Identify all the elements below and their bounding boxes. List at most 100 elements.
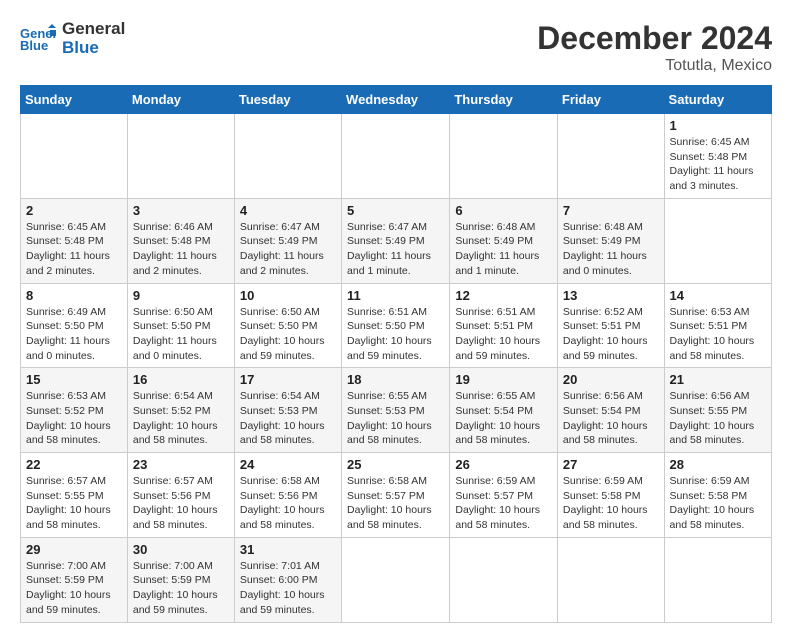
sunset-label: Sunset: 5:57 PM [455, 490, 533, 502]
sunset-label: Sunset: 5:49 PM [563, 235, 641, 247]
sunset-label: Sunset: 5:58 PM [670, 490, 748, 502]
sunrise-label: Sunrise: 6:50 AM [240, 306, 320, 318]
day-info: Sunrise: 6:59 AM Sunset: 5:58 PM Dayligh… [563, 474, 659, 533]
day-info: Sunrise: 6:57 AM Sunset: 5:56 PM Dayligh… [133, 474, 229, 533]
calendar-week-row: 2 Sunrise: 6:45 AM Sunset: 5:48 PM Dayli… [21, 198, 772, 283]
calendar-day-cell: 7 Sunrise: 6:48 AM Sunset: 5:49 PM Dayli… [557, 198, 664, 283]
day-info: Sunrise: 6:47 AM Sunset: 5:49 PM Dayligh… [347, 220, 444, 279]
day-info: Sunrise: 6:53 AM Sunset: 5:51 PM Dayligh… [670, 305, 766, 364]
daylight-label: Daylight: 10 hours and 59 minutes. [347, 335, 432, 362]
sunrise-label: Sunrise: 6:58 AM [347, 475, 427, 487]
sunset-label: Sunset: 5:49 PM [347, 235, 425, 247]
sunset-label: Sunset: 5:51 PM [563, 320, 641, 332]
daylight-label: Daylight: 11 hours and 2 minutes. [26, 250, 110, 277]
sunrise-label: Sunrise: 6:50 AM [133, 306, 213, 318]
sunset-label: Sunset: 5:55 PM [26, 490, 104, 502]
sunrise-label: Sunrise: 6:45 AM [26, 221, 106, 233]
daylight-label: Daylight: 11 hours and 2 minutes. [133, 250, 217, 277]
sunrise-label: Sunrise: 7:00 AM [133, 560, 213, 572]
day-number: 14 [670, 288, 766, 303]
daylight-label: Daylight: 11 hours and 0 minutes. [563, 250, 647, 277]
calendar-day-cell: 13 Sunrise: 6:52 AM Sunset: 5:51 PM Dayl… [557, 283, 664, 368]
calendar-day-cell [342, 114, 450, 199]
day-info: Sunrise: 6:52 AM Sunset: 5:51 PM Dayligh… [563, 305, 659, 364]
calendar-day-cell [21, 114, 128, 199]
calendar-day-cell: 18 Sunrise: 6:55 AM Sunset: 5:53 PM Dayl… [342, 368, 450, 453]
day-info: Sunrise: 6:45 AM Sunset: 5:48 PM Dayligh… [26, 220, 122, 279]
day-info: Sunrise: 6:54 AM Sunset: 5:53 PM Dayligh… [240, 389, 336, 448]
col-friday: Friday [557, 86, 664, 114]
day-info: Sunrise: 7:01 AM Sunset: 6:00 PM Dayligh… [240, 559, 336, 618]
calendar-day-cell: 26 Sunrise: 6:59 AM Sunset: 5:57 PM Dayl… [450, 453, 558, 538]
sunset-label: Sunset: 5:58 PM [563, 490, 641, 502]
sunset-label: Sunset: 5:54 PM [455, 405, 533, 417]
sunset-label: Sunset: 5:52 PM [133, 405, 211, 417]
daylight-label: Daylight: 10 hours and 58 minutes. [347, 504, 432, 531]
calendar-day-cell: 1 Sunrise: 6:45 AM Sunset: 5:48 PM Dayli… [664, 114, 771, 199]
day-number: 3 [133, 203, 229, 218]
day-number: 19 [455, 372, 552, 387]
calendar-day-cell [127, 114, 234, 199]
day-info: Sunrise: 6:48 AM Sunset: 5:49 PM Dayligh… [455, 220, 552, 279]
daylight-label: Daylight: 10 hours and 59 minutes. [563, 335, 648, 362]
calendar-day-cell: 30 Sunrise: 7:00 AM Sunset: 5:59 PM Dayl… [127, 537, 234, 622]
day-number: 24 [240, 457, 336, 472]
day-info: Sunrise: 6:59 AM Sunset: 5:58 PM Dayligh… [670, 474, 766, 533]
day-info: Sunrise: 6:47 AM Sunset: 5:49 PM Dayligh… [240, 220, 336, 279]
sunset-label: Sunset: 5:51 PM [455, 320, 533, 332]
calendar-day-cell: 16 Sunrise: 6:54 AM Sunset: 5:52 PM Dayl… [127, 368, 234, 453]
sunrise-label: Sunrise: 6:59 AM [670, 475, 750, 487]
sunset-label: Sunset: 5:53 PM [240, 405, 318, 417]
day-info: Sunrise: 6:48 AM Sunset: 5:49 PM Dayligh… [563, 220, 659, 279]
day-number: 18 [347, 372, 444, 387]
day-info: Sunrise: 6:49 AM Sunset: 5:50 PM Dayligh… [26, 305, 122, 364]
sunrise-label: Sunrise: 6:51 AM [347, 306, 427, 318]
sunrise-label: Sunrise: 6:59 AM [455, 475, 535, 487]
calendar-day-cell: 17 Sunrise: 6:54 AM Sunset: 5:53 PM Dayl… [234, 368, 341, 453]
day-info: Sunrise: 6:55 AM Sunset: 5:53 PM Dayligh… [347, 389, 444, 448]
calendar-day-cell: 4 Sunrise: 6:47 AM Sunset: 5:49 PM Dayli… [234, 198, 341, 283]
sunset-label: Sunset: 5:59 PM [133, 574, 211, 586]
sunset-label: Sunset: 6:00 PM [240, 574, 318, 586]
daylight-label: Daylight: 10 hours and 58 minutes. [347, 420, 432, 447]
day-number: 4 [240, 203, 336, 218]
day-number: 12 [455, 288, 552, 303]
day-info: Sunrise: 6:45 AM Sunset: 5:48 PM Dayligh… [670, 135, 766, 194]
title-block: December 2024 Totutla, Mexico [537, 20, 772, 75]
day-info: Sunrise: 6:56 AM Sunset: 5:55 PM Dayligh… [670, 389, 766, 448]
daylight-label: Daylight: 10 hours and 58 minutes. [26, 504, 111, 531]
day-info: Sunrise: 7:00 AM Sunset: 5:59 PM Dayligh… [133, 559, 229, 618]
page-header: General Blue General Blue December 2024 … [20, 20, 772, 75]
day-number: 20 [563, 372, 659, 387]
sunset-label: Sunset: 5:57 PM [347, 490, 425, 502]
sunset-label: Sunset: 5:56 PM [133, 490, 211, 502]
day-number: 2 [26, 203, 122, 218]
daylight-label: Daylight: 11 hours and 2 minutes. [240, 250, 324, 277]
calendar-day-cell: 14 Sunrise: 6:53 AM Sunset: 5:51 PM Dayl… [664, 283, 771, 368]
col-thursday: Thursday [450, 86, 558, 114]
calendar-table: Sunday Monday Tuesday Wednesday Thursday… [20, 85, 772, 623]
calendar-day-cell: 24 Sunrise: 6:58 AM Sunset: 5:56 PM Dayl… [234, 453, 341, 538]
col-saturday: Saturday [664, 86, 771, 114]
calendar-day-cell: 3 Sunrise: 6:46 AM Sunset: 5:48 PM Dayli… [127, 198, 234, 283]
sunset-label: Sunset: 5:50 PM [133, 320, 211, 332]
sunrise-label: Sunrise: 6:53 AM [26, 390, 106, 402]
day-number: 23 [133, 457, 229, 472]
col-sunday: Sunday [21, 86, 128, 114]
calendar-day-cell: 10 Sunrise: 6:50 AM Sunset: 5:50 PM Dayl… [234, 283, 341, 368]
day-number: 15 [26, 372, 122, 387]
day-number: 13 [563, 288, 659, 303]
day-info: Sunrise: 6:51 AM Sunset: 5:51 PM Dayligh… [455, 305, 552, 364]
calendar-week-row: 1 Sunrise: 6:45 AM Sunset: 5:48 PM Dayli… [21, 114, 772, 199]
col-monday: Monday [127, 86, 234, 114]
sunset-label: Sunset: 5:49 PM [455, 235, 533, 247]
calendar-day-cell: 2 Sunrise: 6:45 AM Sunset: 5:48 PM Dayli… [21, 198, 128, 283]
day-number: 26 [455, 457, 552, 472]
calendar-day-cell: 19 Sunrise: 6:55 AM Sunset: 5:54 PM Dayl… [450, 368, 558, 453]
calendar-day-cell: 31 Sunrise: 7:01 AM Sunset: 6:00 PM Dayl… [234, 537, 341, 622]
sunset-label: Sunset: 5:48 PM [670, 151, 748, 163]
day-number: 9 [133, 288, 229, 303]
daylight-label: Daylight: 11 hours and 0 minutes. [133, 335, 217, 362]
calendar-week-row: 29 Sunrise: 7:00 AM Sunset: 5:59 PM Dayl… [21, 537, 772, 622]
daylight-label: Daylight: 10 hours and 58 minutes. [670, 335, 755, 362]
